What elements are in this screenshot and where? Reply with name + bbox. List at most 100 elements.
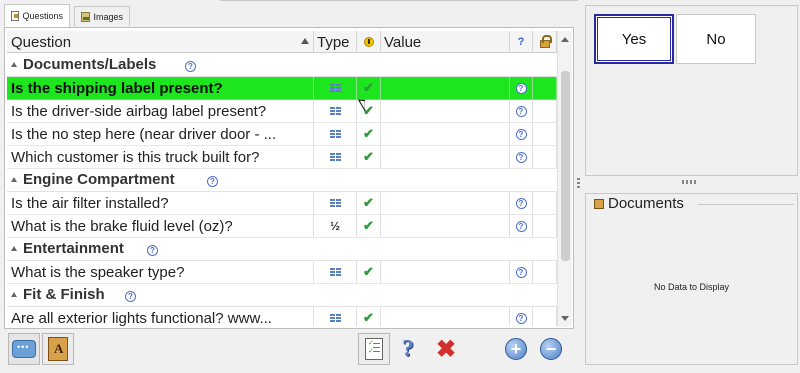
help-cell[interactable]: ? (510, 192, 533, 215)
value-cell[interactable] (381, 307, 510, 326)
tab-images[interactable]: Images (74, 6, 130, 26)
help-cell[interactable]: ? (510, 123, 533, 146)
help-icon[interactable]: ? (515, 220, 527, 232)
lock-cell[interactable] (533, 215, 557, 238)
help-cell[interactable]: ? (510, 307, 533, 326)
collapse-icon[interactable] (11, 246, 17, 251)
lock-cell[interactable] (533, 146, 557, 169)
scroll-down-icon[interactable] (561, 316, 569, 321)
remove-button[interactable]: − (535, 333, 567, 365)
help-icon[interactable]: ? (515, 312, 527, 324)
help-icon[interactable]: ? (515, 151, 527, 163)
lock-cell[interactable] (533, 123, 557, 146)
question-row[interactable]: What is the speaker type? ✔? (7, 261, 557, 284)
help-icon[interactable]: ? (207, 176, 218, 187)
column-header-value[interactable]: Value (381, 31, 510, 53)
tab-questions[interactable]: Questions (4, 4, 70, 27)
help-button[interactable]: ? (392, 333, 424, 365)
vertical-scrollbar[interactable] (557, 31, 572, 327)
help-cell[interactable]: ? (510, 100, 533, 123)
question-row[interactable]: Is the no step here (near driver door - … (7, 123, 557, 146)
question-cell[interactable]: Is the shipping label present? (7, 77, 314, 100)
group-row[interactable]: Engine Compartment? (7, 169, 557, 192)
reference-button[interactable] (42, 333, 74, 365)
lock-cell[interactable] (533, 307, 557, 326)
collapse-icon[interactable] (11, 177, 17, 182)
group-row[interactable]: Fit & Finish? (7, 284, 557, 307)
checklist-button[interactable] (358, 333, 390, 365)
question-row[interactable]: Is the shipping label present? ✔? (7, 77, 557, 100)
group-row[interactable]: Entertainment? (7, 238, 557, 261)
collapse-icon[interactable] (11, 292, 17, 297)
question-row[interactable]: Which customer is this truck built for? ✔… (7, 146, 557, 169)
comment-button[interactable] (8, 333, 40, 365)
help-icon[interactable]: ? (515, 105, 527, 117)
help-icon[interactable]: ? (185, 61, 196, 72)
question-cell[interactable]: Are all exterior lights functional? www.… (7, 307, 314, 326)
column-header-lock[interactable] (533, 31, 557, 53)
question-cell[interactable]: Which customer is this truck built for? (7, 146, 314, 169)
lock-cell[interactable] (533, 77, 557, 100)
question-cell[interactable]: What is the speaker type? (7, 261, 314, 284)
value-cell[interactable] (381, 192, 510, 215)
value-cell[interactable] (381, 261, 510, 284)
value-cell[interactable] (381, 100, 510, 123)
status-cell[interactable]: ✔ (357, 123, 381, 146)
yes-button[interactable]: Yes (594, 14, 674, 64)
value-cell[interactable] (381, 146, 510, 169)
group-title: Fit & Finish (23, 286, 105, 303)
lock-cell[interactable] (533, 192, 557, 215)
help-icon[interactable]: ? (515, 266, 527, 278)
question-row[interactable]: What is the brake fluid level (oz)? ½ ✔? (7, 215, 557, 238)
help-icon[interactable]: ? (515, 197, 527, 209)
value-cell[interactable] (381, 77, 510, 100)
help-cell[interactable]: ? (510, 146, 533, 169)
column-header-question[interactable]: Question (7, 31, 314, 53)
type-cell[interactable] (314, 100, 357, 123)
collapse-icon[interactable] (11, 62, 17, 67)
question-row[interactable]: Is the driver-side airbag label present?… (7, 100, 557, 123)
vertical-splitter-grip[interactable] (577, 178, 580, 188)
scroll-thumb[interactable] (561, 71, 570, 261)
help-icon[interactable]: ? (515, 128, 527, 140)
question-cell[interactable]: Is the air filter installed? (7, 192, 314, 215)
status-cell[interactable]: ✔ (357, 192, 381, 215)
value-cell[interactable] (381, 215, 510, 238)
column-header-type[interactable]: Type (314, 31, 357, 53)
value-cell[interactable] (381, 123, 510, 146)
lock-cell[interactable] (533, 261, 557, 284)
question-cell[interactable]: What is the brake fluid level (oz)? (7, 215, 314, 238)
question-row[interactable]: Is the air filter installed? ✔? (7, 192, 557, 215)
help-icon[interactable]: ? (515, 82, 527, 94)
scroll-up-icon[interactable] (561, 37, 569, 42)
help-icon[interactable]: ? (125, 291, 136, 302)
help-cell[interactable]: ? (510, 215, 533, 238)
help-icon[interactable]: ? (147, 245, 158, 256)
status-cell[interactable]: ✔ (357, 215, 381, 238)
type-cell[interactable] (314, 123, 357, 146)
status-cell[interactable]: ✔ (357, 307, 381, 326)
question-cell[interactable]: Is the driver-side airbag label present? (7, 100, 314, 123)
type-cell[interactable] (314, 146, 357, 169)
column-header-warning[interactable] (357, 31, 381, 53)
delete-button[interactable]: ✖ (430, 333, 462, 365)
type-cell[interactable]: ½ (314, 215, 357, 238)
help-cell[interactable]: ? (510, 77, 533, 100)
question-row[interactable]: Are all exterior lights functional? www.… (7, 307, 557, 326)
no-button[interactable]: No (676, 14, 756, 64)
column-header-help[interactable]: ? (510, 31, 533, 53)
add-button[interactable]: + (500, 333, 532, 365)
horizontal-splitter-grip[interactable] (682, 180, 696, 184)
type-cell[interactable] (314, 307, 357, 326)
status-cell[interactable]: ✔ (357, 146, 381, 169)
questions-tab-icon (11, 11, 20, 21)
type-cell[interactable] (314, 192, 357, 215)
lock-cell[interactable] (533, 100, 557, 123)
group-row[interactable]: Documents/Labels? (7, 54, 557, 77)
status-cell[interactable]: ✔ (357, 261, 381, 284)
question-text: What is the speaker type? (11, 263, 185, 281)
help-cell[interactable]: ? (510, 261, 533, 284)
type-cell[interactable] (314, 77, 357, 100)
question-cell[interactable]: Is the no step here (near driver door - … (7, 123, 314, 146)
type-cell[interactable] (314, 261, 357, 284)
